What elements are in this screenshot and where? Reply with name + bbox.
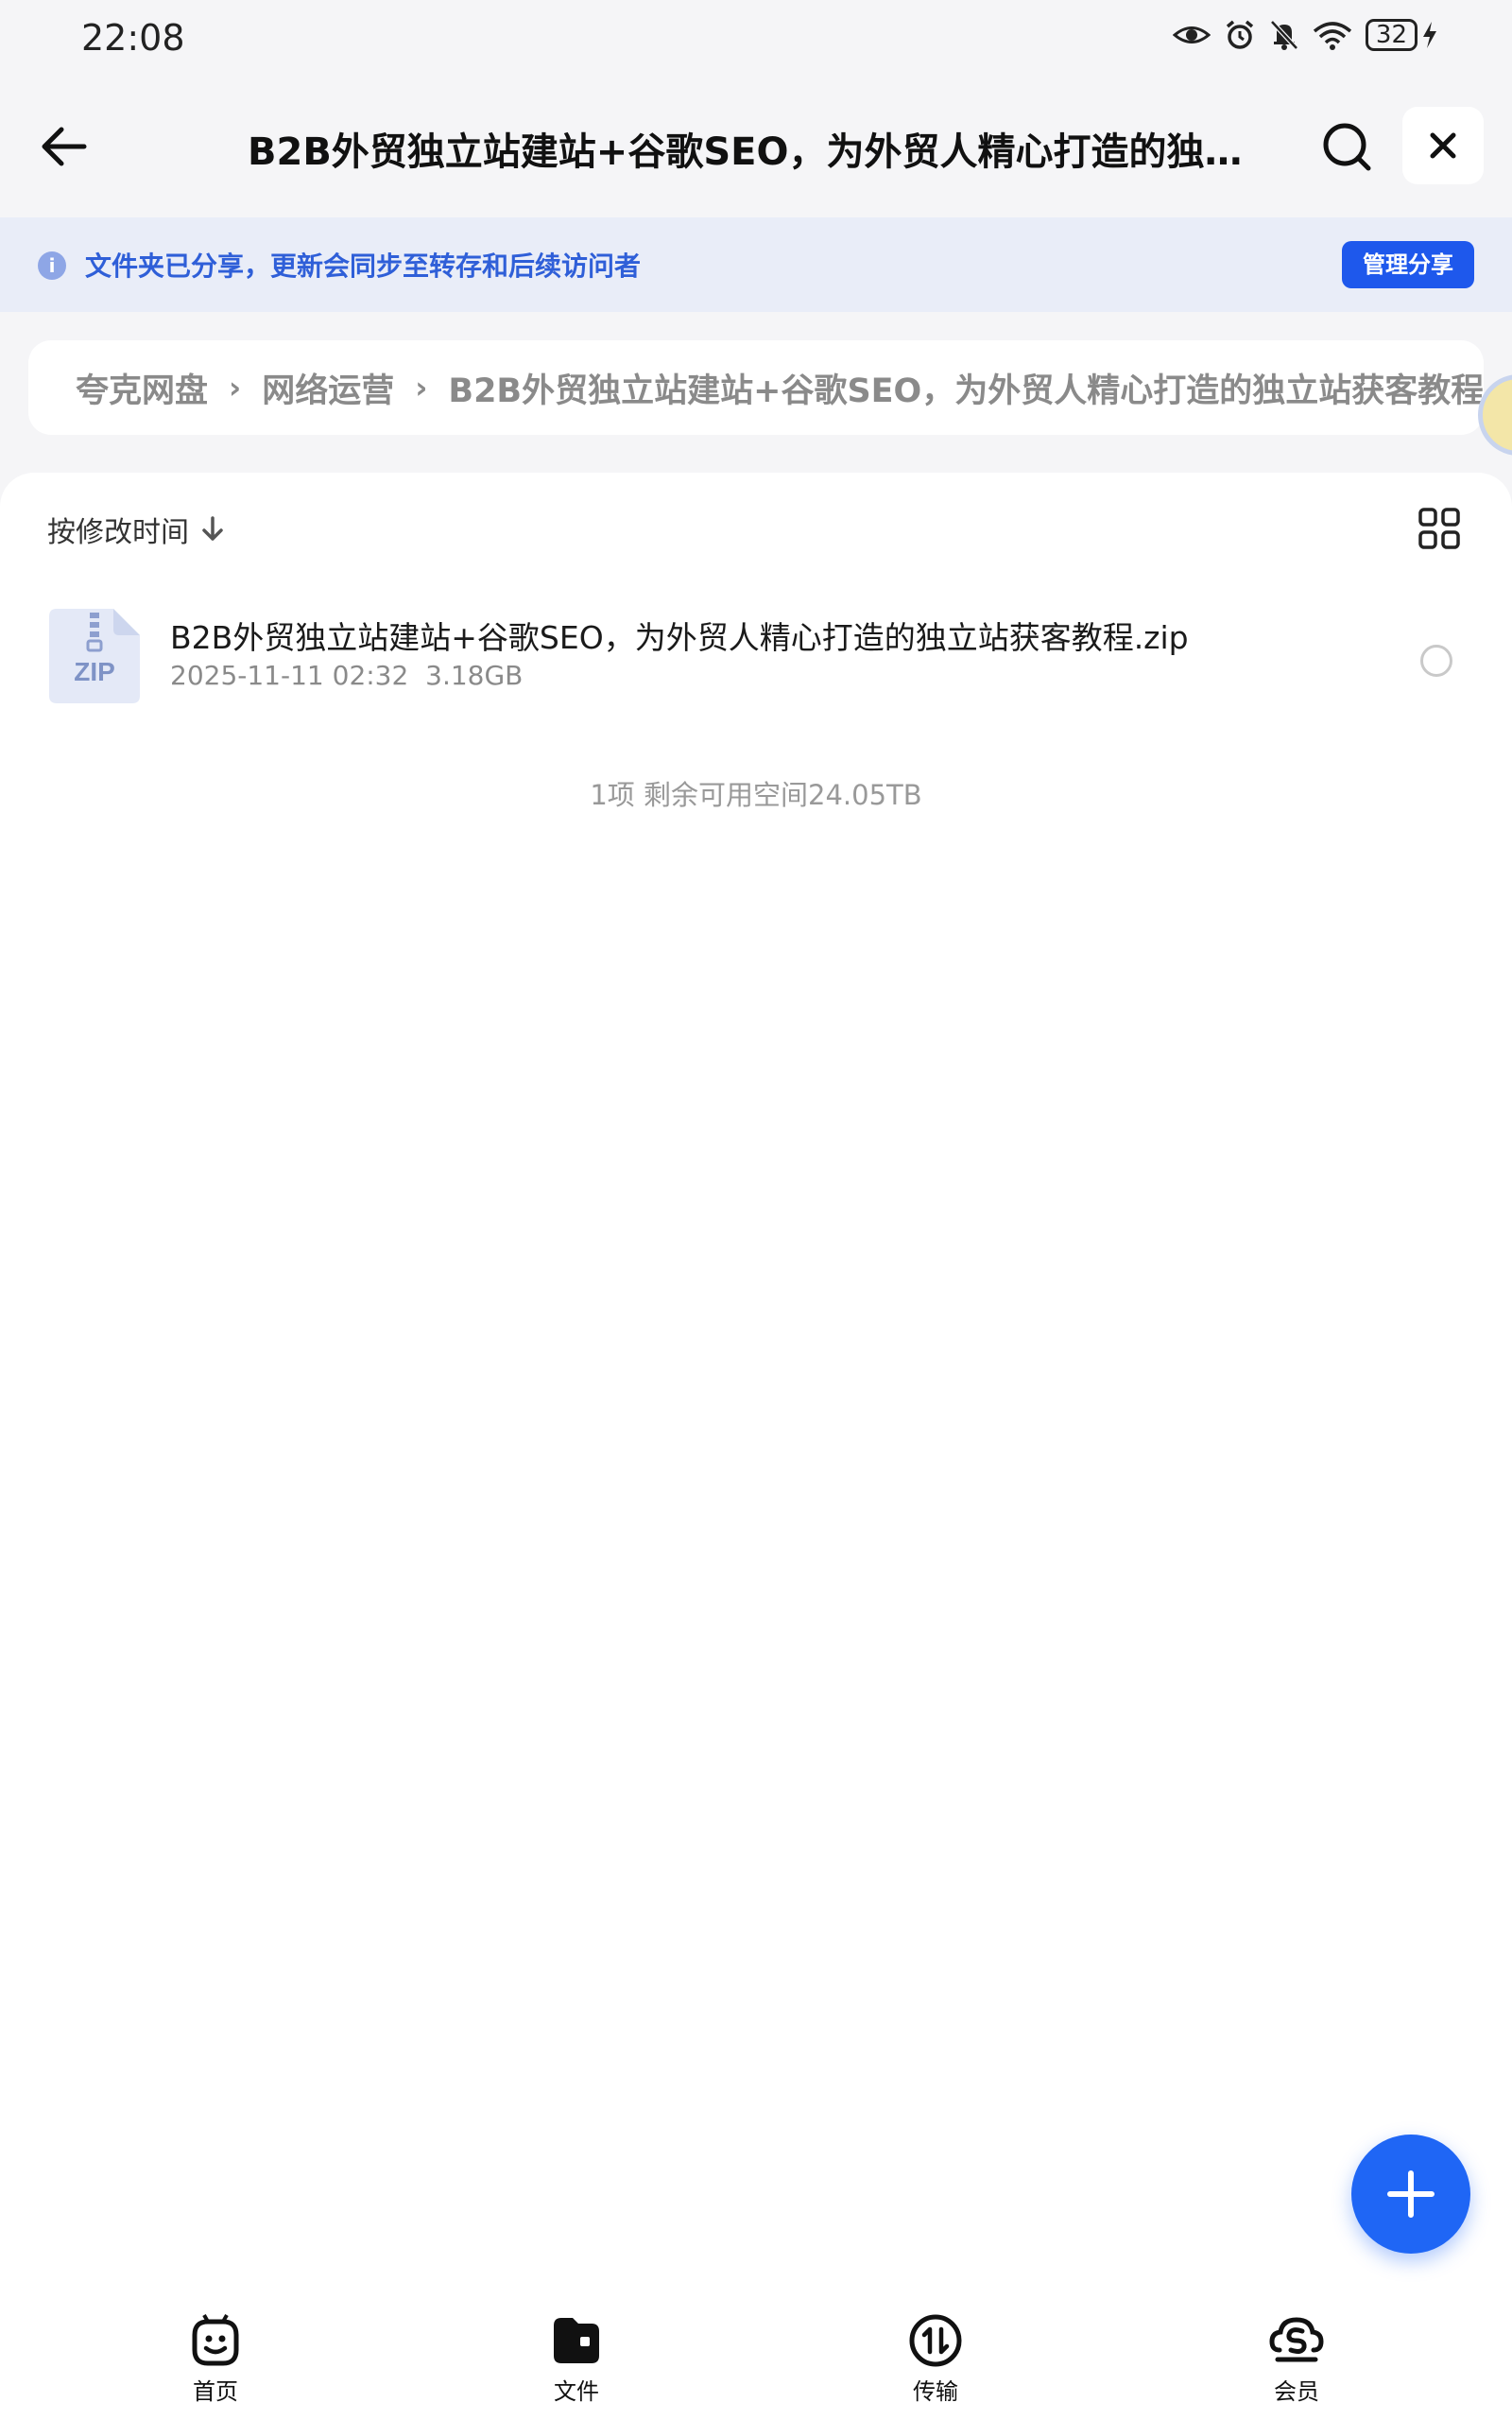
grid-view-icon [1418, 508, 1460, 549]
battery-level: 32 [1365, 19, 1418, 51]
file-meta: 2025-11-11 02:32 3.18GB [170, 660, 523, 691]
grid-view-button[interactable] [1418, 507, 1461, 550]
member-icon [1269, 2317, 1324, 2362]
breadcrumb-item-root[interactable]: 夸克网盘 [76, 364, 208, 412]
nav-label-member: 会员 [1274, 2378, 1319, 2405]
search-icon [1323, 123, 1371, 171]
share-notice-banner: i 文件夹已分享，更新会同步至转存和后续访问者 管理分享 [0, 217, 1512, 312]
file-select-radio[interactable] [1420, 645, 1452, 677]
nav-label-home: 首页 [193, 2378, 238, 2405]
sort-label: 按修改时间 [47, 516, 189, 549]
status-bar: 22:08 32 [0, 0, 1512, 76]
sort-button[interactable]: 按修改时间 [47, 509, 225, 550]
nav-label-transfer: 传输 [913, 2378, 958, 2405]
mute-bell-icon [1269, 19, 1299, 51]
battery-indicator: 32 [1365, 19, 1438, 51]
back-button[interactable] [32, 115, 94, 178]
folder-icon [554, 2318, 599, 2363]
file-name: B2B外贸独立站建站+谷歌SEO，为外贸人精心打造的独立站获客教程.zip [170, 619, 1189, 656]
close-button[interactable] [1402, 107, 1484, 184]
add-button[interactable] [1351, 2135, 1470, 2254]
home-face-icon [192, 2314, 239, 2366]
nav-label-files: 文件 [554, 2378, 599, 2405]
nav-item-files[interactable]: 文件 [501, 2312, 652, 2406]
nav-item-home[interactable]: 首页 [140, 2312, 291, 2406]
top-bar: B2B外贸独立站建站+谷歌SEO，为外贸人精心打造的独立... [0, 83, 1512, 208]
close-icon [1430, 132, 1456, 159]
zip-file-icon: ZIP [45, 607, 144, 705]
share-notice-text: 文件夹已分享，更新会同步至转存和后续访问者 [85, 251, 642, 282]
chevron-right-icon: › [229, 370, 242, 406]
status-time: 22:08 [81, 17, 185, 59]
nav-item-transfer[interactable]: 传输 [860, 2312, 1011, 2406]
file-size: 3.18GB [425, 660, 524, 691]
arrow-left-icon [42, 127, 87, 166]
eye-comfort-icon [1172, 21, 1211, 49]
nav-item-member[interactable]: 会员 [1221, 2312, 1372, 2406]
chevron-right-icon: › [415, 370, 428, 406]
bottom-nav: 首页 文件 传输 会员 [0, 2288, 1512, 2420]
status-icons: 32 [1172, 19, 1438, 51]
zip-label: ZIP [74, 657, 115, 686]
file-modified: 2025-11-11 02:32 [170, 660, 409, 691]
transfer-icon [909, 2314, 962, 2367]
file-row[interactable]: ZIP B2B外贸独立站建站+谷歌SEO，为外贸人精心打造的独立站获客教程.zi… [0, 586, 1512, 718]
info-icon: i [38, 251, 66, 280]
breadcrumb-item-network-ops[interactable]: 网络运营 [262, 364, 394, 412]
breadcrumb-item-current: B2B外贸独立站建站+谷歌SEO，为外贸人精心打造的独立站获客教程 [448, 372, 1484, 410]
alarm-icon [1224, 19, 1256, 51]
manage-share-button[interactable]: 管理分享 [1342, 241, 1474, 288]
plus-icon [1387, 2170, 1435, 2218]
arrow-down-icon [202, 516, 223, 541]
page-title: B2B外贸独立站建站+谷歌SEO，为外贸人精心打造的独立... [248, 130, 1249, 174]
file-list-panel: 按修改时间 ZIP B2B外贸独立站建站+谷歌SEO，为外贸人精心打造的独立站获… [0, 473, 1512, 2288]
charging-icon [1421, 21, 1438, 49]
wifi-icon [1313, 20, 1352, 50]
search-button[interactable] [1315, 115, 1378, 178]
breadcrumb: 夸克网盘 › 网络运营 › B2B外贸独立站建站+谷歌SEO，为外贸人精心打造的… [28, 340, 1484, 435]
storage-summary: 1项 剩余可用空间24.05TB [590, 779, 922, 811]
